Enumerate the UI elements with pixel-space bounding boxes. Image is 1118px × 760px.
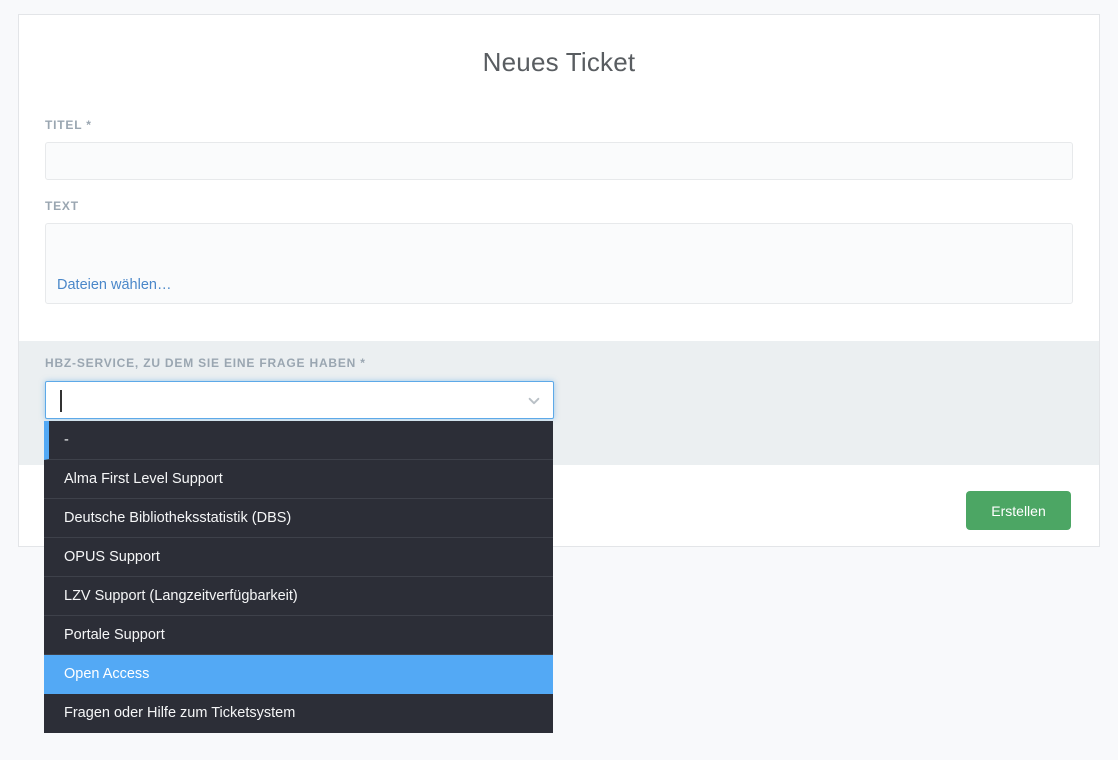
text-field-label: TEXT [45,199,1073,213]
dropdown-option[interactable]: Deutsche Bibliotheksstatistik (DBS) [44,499,553,538]
dropdown-option[interactable]: LZV Support (Langzeitverfügbarkeit) [44,577,553,616]
page-title: Neues Ticket [19,47,1099,78]
title-field-label: TITEL * [45,118,1073,132]
dropdown-option[interactable]: Portale Support [44,616,553,655]
chevron-down-icon[interactable] [527,394,541,408]
dropdown-option[interactable]: - [44,421,553,460]
dropdown-option[interactable]: Fragen oder Hilfe zum Ticketsystem [44,694,553,733]
title-input[interactable] [45,142,1073,180]
title-field-section: TITEL * [45,118,1073,180]
text-field-section: TEXT Dateien wählen… [45,199,1073,304]
text-input-area[interactable]: Dateien wählen… [45,223,1073,304]
create-button[interactable]: Erstellen [966,491,1071,530]
service-dropdown-list: -Alma First Level SupportDeutsche Biblio… [44,421,553,733]
service-select[interactable] [45,381,554,419]
dropdown-option[interactable]: Open Access [44,655,553,694]
service-field-label: HBZ-SERVICE, ZU DEM SIE EINE FRAGE HABEN… [45,356,366,370]
text-caret [60,390,62,412]
dropdown-option[interactable]: Alma First Level Support [44,460,553,499]
dropdown-option[interactable]: OPUS Support [44,538,553,577]
choose-files-link[interactable]: Dateien wählen… [57,277,171,293]
